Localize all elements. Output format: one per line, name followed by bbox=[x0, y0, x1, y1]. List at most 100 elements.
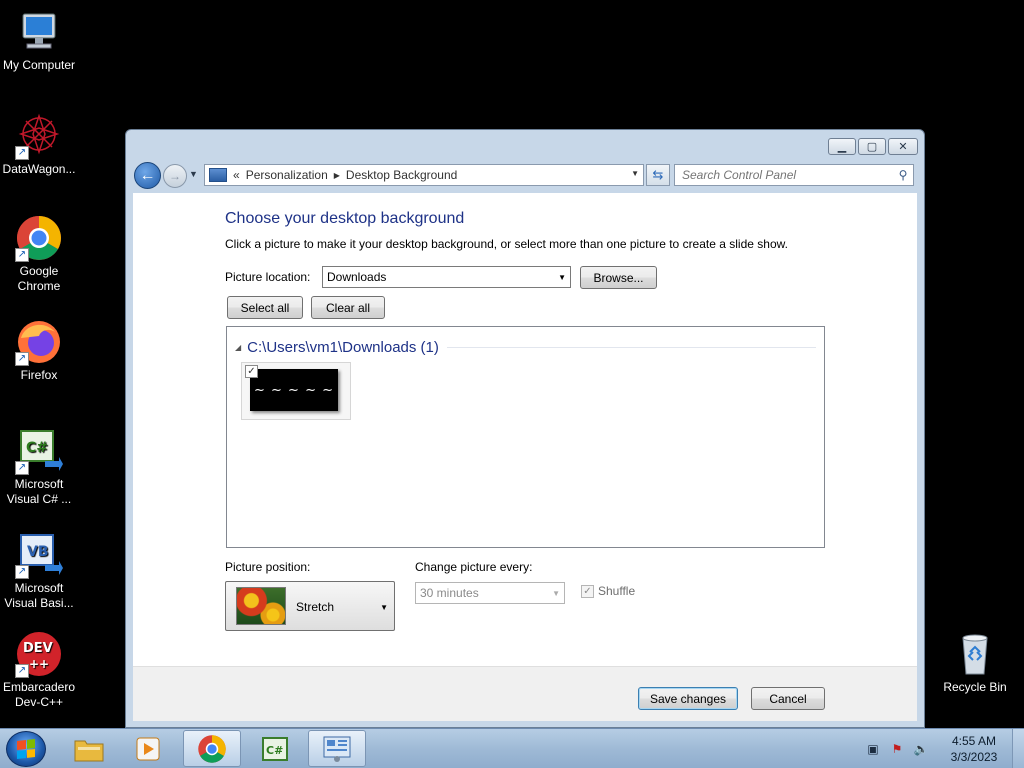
chevron-down-icon: ▼ bbox=[552, 589, 560, 598]
content-pane: Choose your desktop background Click a p… bbox=[133, 193, 917, 666]
media-player-icon bbox=[136, 737, 160, 760]
control-panel-icon bbox=[323, 736, 351, 762]
button-bar: Save changes Cancel bbox=[133, 666, 917, 721]
desktop-icon-recycle-bin[interactable]: Recycle Bin bbox=[936, 630, 1014, 695]
recent-pages-dropdown[interactable]: ▼ bbox=[189, 169, 198, 179]
desktop-icon-datawagon[interactable]: ↗ DataWagon... bbox=[0, 112, 78, 177]
change-picture-label: Change picture every: bbox=[415, 560, 533, 574]
shuffle-option[interactable]: ✓ Shuffle bbox=[581, 584, 635, 598]
taskbar-chrome[interactable] bbox=[183, 730, 241, 767]
visual-basic-icon: VB ↗ bbox=[15, 531, 63, 579]
group-divider bbox=[446, 346, 816, 348]
taskbar: C# ▣ ⚑ 🔈 4:55 AM 3/3/2023 bbox=[0, 728, 1024, 768]
desktop-icon-label: Google Chrome bbox=[17, 264, 61, 293]
refresh-button[interactable]: ⇆ bbox=[646, 164, 670, 186]
browse-button[interactable]: Browse... bbox=[580, 266, 657, 289]
chrome-icon bbox=[198, 734, 226, 763]
shuffle-label: Shuffle bbox=[598, 584, 636, 598]
svg-text:DEV: DEV bbox=[23, 641, 53, 656]
svg-text:C#: C# bbox=[26, 440, 48, 456]
save-changes-button[interactable]: Save changes bbox=[638, 687, 738, 710]
wallpaper-image: ~ ~ ~ ~ ~ bbox=[250, 369, 338, 411]
windows-logo-icon bbox=[17, 739, 35, 759]
clock-date: 3/3/2023 bbox=[950, 750, 998, 764]
picture-position-label: Picture position: bbox=[225, 560, 311, 574]
control-panel-icon bbox=[209, 168, 227, 182]
action-center-flag-icon[interactable]: ⚑ bbox=[888, 740, 906, 758]
address-overflow[interactable]: « bbox=[233, 168, 240, 182]
picture-position-dropdown[interactable]: Stretch ▼ bbox=[225, 581, 395, 631]
breadcrumb-separator-icon[interactable]: ▶ bbox=[334, 171, 340, 180]
chevron-down-icon: ▼ bbox=[558, 273, 566, 282]
desktop-icon-label: Firefox bbox=[20, 368, 58, 382]
clock[interactable]: 4:55 AM 3/3/2023 bbox=[936, 733, 1012, 765]
svg-text:++: ++ bbox=[29, 657, 49, 671]
taskbar-control-panel[interactable] bbox=[308, 730, 366, 767]
shortcut-arrow-icon: ↗ bbox=[15, 461, 29, 475]
navigation-bar: ← → ▼ « Personalization ▶ Desktop Backgr… bbox=[134, 160, 916, 190]
back-arrow-icon: ← bbox=[139, 166, 156, 184]
desktop-icon-label: My Computer bbox=[2, 58, 76, 72]
desktop-icon-dev-cpp[interactable]: DEV ++ ↗ Embarcadero Dev-C++ bbox=[0, 630, 78, 710]
chevron-down-icon: ▼ bbox=[380, 603, 388, 612]
desktop-icon-visual-basic[interactable]: VB ↗ Microsoft Visual Basi... bbox=[0, 531, 78, 611]
desktop-icon-my-computer[interactable]: My Computer bbox=[0, 8, 78, 73]
address-dropdown-icon[interactable]: ▼ bbox=[631, 169, 639, 178]
flowers-preview-image bbox=[236, 587, 286, 625]
gallery-group-header[interactable]: ◢ C:\Users\vm1\Downloads (1) bbox=[235, 337, 816, 357]
minimize-icon: ▁ bbox=[837, 141, 847, 153]
volume-icon[interactable]: 🔈 bbox=[912, 740, 930, 758]
maximize-button[interactable]: ▢ bbox=[858, 138, 886, 155]
picture-location-label: Picture location: bbox=[225, 270, 311, 284]
taskbar-explorer[interactable] bbox=[60, 730, 118, 767]
dev-cpp-icon: DEV ++ ↗ bbox=[15, 630, 63, 678]
gallery-group-label: C:\Users\vm1\Downloads (1) bbox=[247, 338, 439, 356]
caption-buttons: ▁ ▢ ✕ bbox=[828, 138, 918, 155]
maximize-icon: ▢ bbox=[866, 141, 878, 153]
search-box[interactable]: ⚲ bbox=[674, 164, 914, 186]
taskbar-visual-csharp[interactable]: C# bbox=[246, 730, 304, 767]
close-icon: ✕ bbox=[898, 141, 908, 153]
breadcrumb-personalization[interactable]: Personalization bbox=[246, 168, 328, 182]
chrome-icon: ↗ bbox=[15, 214, 63, 262]
desktop-icon-google-chrome[interactable]: ↗ Google Chrome bbox=[0, 214, 78, 294]
collapse-triangle-icon[interactable]: ◢ bbox=[235, 343, 241, 352]
change-interval-select[interactable]: 30 minutes ▼ bbox=[415, 582, 565, 604]
search-icon[interactable]: ⚲ bbox=[893, 168, 913, 182]
desktop-icon-label: Microsoft Visual Basi... bbox=[4, 581, 74, 610]
picture-location-value: Downloads bbox=[327, 270, 387, 284]
clear-all-button[interactable]: Clear all bbox=[311, 296, 385, 319]
folder-icon bbox=[74, 740, 104, 761]
picture-gallery[interactable]: ◢ C:\Users\vm1\Downloads (1) ~ ~ ~ ~ ~ ✓ bbox=[226, 326, 825, 548]
address-bar[interactable]: « Personalization ▶ Desktop Background ▼ bbox=[204, 164, 644, 186]
search-input[interactable] bbox=[675, 168, 893, 182]
shortcut-arrow-icon: ↗ bbox=[15, 146, 29, 160]
cancel-button[interactable]: Cancel bbox=[751, 687, 825, 710]
shortcut-arrow-icon: ↗ bbox=[15, 248, 29, 262]
start-button[interactable] bbox=[6, 731, 46, 767]
shortcut-arrow-icon: ↗ bbox=[15, 664, 29, 678]
desktop-icon-firefox[interactable]: ↗ Firefox bbox=[0, 318, 78, 383]
minimize-button[interactable]: ▁ bbox=[828, 138, 856, 155]
clock-time: 4:55 AM bbox=[951, 734, 997, 748]
refresh-icon: ⇆ bbox=[652, 167, 664, 182]
forward-button[interactable]: → bbox=[163, 164, 187, 188]
taskbar-media-player[interactable] bbox=[120, 730, 178, 767]
picture-checkbox[interactable]: ✓ bbox=[245, 365, 258, 378]
datawagon-icon: ↗ bbox=[15, 112, 63, 160]
desktop-icon-visual-csharp[interactable]: C# ↗ Microsoft Visual C# ... bbox=[0, 427, 78, 507]
close-button[interactable]: ✕ bbox=[888, 138, 918, 155]
back-button[interactable]: ← bbox=[134, 162, 161, 189]
select-all-button[interactable]: Select all bbox=[227, 296, 303, 319]
network-icon[interactable]: ▣ bbox=[864, 740, 882, 758]
page-description: Click a picture to make it your desktop … bbox=[225, 237, 788, 251]
shuffle-checkbox[interactable]: ✓ bbox=[581, 584, 594, 598]
visual-csharp-icon: C# ↗ bbox=[15, 427, 63, 475]
visual-csharp-icon: C# bbox=[262, 736, 288, 761]
breadcrumb-desktop-background[interactable]: Desktop Background bbox=[346, 168, 457, 182]
picture-location-select[interactable]: Downloads ▼ bbox=[322, 266, 571, 288]
picture-thumbnail[interactable]: ~ ~ ~ ~ ~ ✓ bbox=[241, 362, 351, 420]
show-desktop-button[interactable] bbox=[1012, 729, 1024, 768]
page-title: Choose your desktop background bbox=[225, 210, 465, 227]
desktop-icon-label: DataWagon... bbox=[2, 162, 76, 176]
